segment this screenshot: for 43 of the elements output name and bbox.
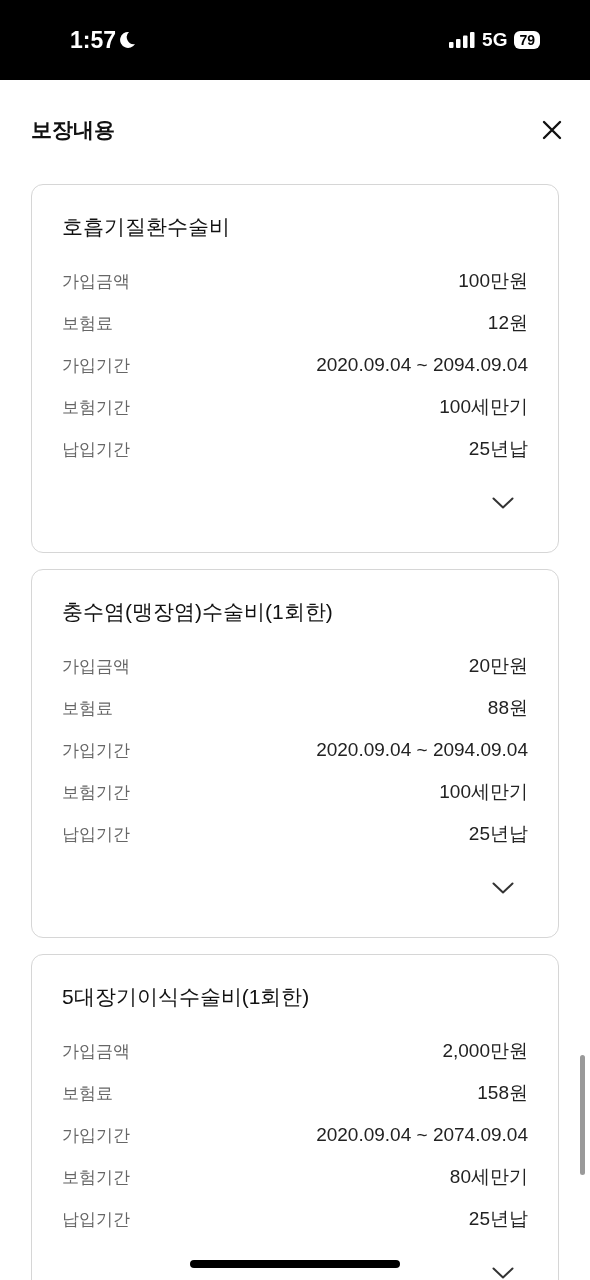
coverage-title: 5대장기이식수술비(1회한)	[62, 984, 311, 1010]
moon-icon	[120, 31, 137, 49]
row-label: 보험료	[62, 697, 113, 720]
chevron-down-icon[interactable]	[492, 882, 514, 894]
row-value: 20만원	[468, 654, 528, 678]
row-value: 100세만기	[439, 395, 528, 419]
row-label: 가입금액	[62, 270, 130, 293]
close-icon[interactable]	[542, 120, 562, 140]
row-value: 2,000만원	[442, 1039, 528, 1063]
chevron-down-icon[interactable]	[492, 497, 514, 509]
row-label: 가입금액	[62, 1040, 130, 1063]
battery-indicator: 79	[514, 31, 540, 49]
row-value: 25년납	[468, 437, 528, 461]
row-label: 납입기간	[62, 438, 130, 461]
row-value: 100세만기	[439, 780, 528, 804]
row-label: 가입기간	[62, 739, 130, 762]
row-value: 2020.09.04 ~ 2094.09.04	[316, 354, 528, 376]
signal-icon	[449, 32, 476, 48]
row-value: 2020.09.04 ~ 2074.09.04	[316, 1124, 528, 1146]
row-value: 100만원	[458, 269, 528, 293]
coverage-title: 호흡기질환수술비	[62, 214, 231, 240]
row-label: 가입기간	[62, 354, 130, 377]
row-value: 25년납	[468, 822, 528, 846]
row-value: 158원	[477, 1081, 528, 1105]
row-value: 80세만기	[449, 1165, 528, 1189]
status-time: 1:57	[70, 26, 117, 54]
row-label: 보험료	[62, 312, 113, 335]
coverage-title: 충수염(맹장염)수술비(1회한)	[62, 599, 334, 625]
row-label: 가입기간	[62, 1124, 130, 1147]
row-label: 보험료	[62, 1082, 113, 1105]
page-title: 보장내용	[31, 117, 115, 143]
chevron-down-icon[interactable]	[492, 1267, 514, 1279]
row-label: 보험기간	[62, 781, 130, 804]
row-label: 보험기간	[62, 1166, 130, 1189]
row-value: 88원	[487, 696, 528, 720]
row-label: 보험기간	[62, 396, 130, 419]
row-label: 납입기간	[62, 823, 130, 846]
row-label: 납입기간	[62, 1208, 130, 1231]
network-label: 5G	[482, 29, 508, 51]
row-value: 2020.09.04 ~ 2094.09.04	[316, 739, 528, 761]
row-value: 12원	[487, 311, 528, 335]
row-label: 가입금액	[62, 655, 130, 678]
row-value: 25년납	[468, 1207, 528, 1231]
